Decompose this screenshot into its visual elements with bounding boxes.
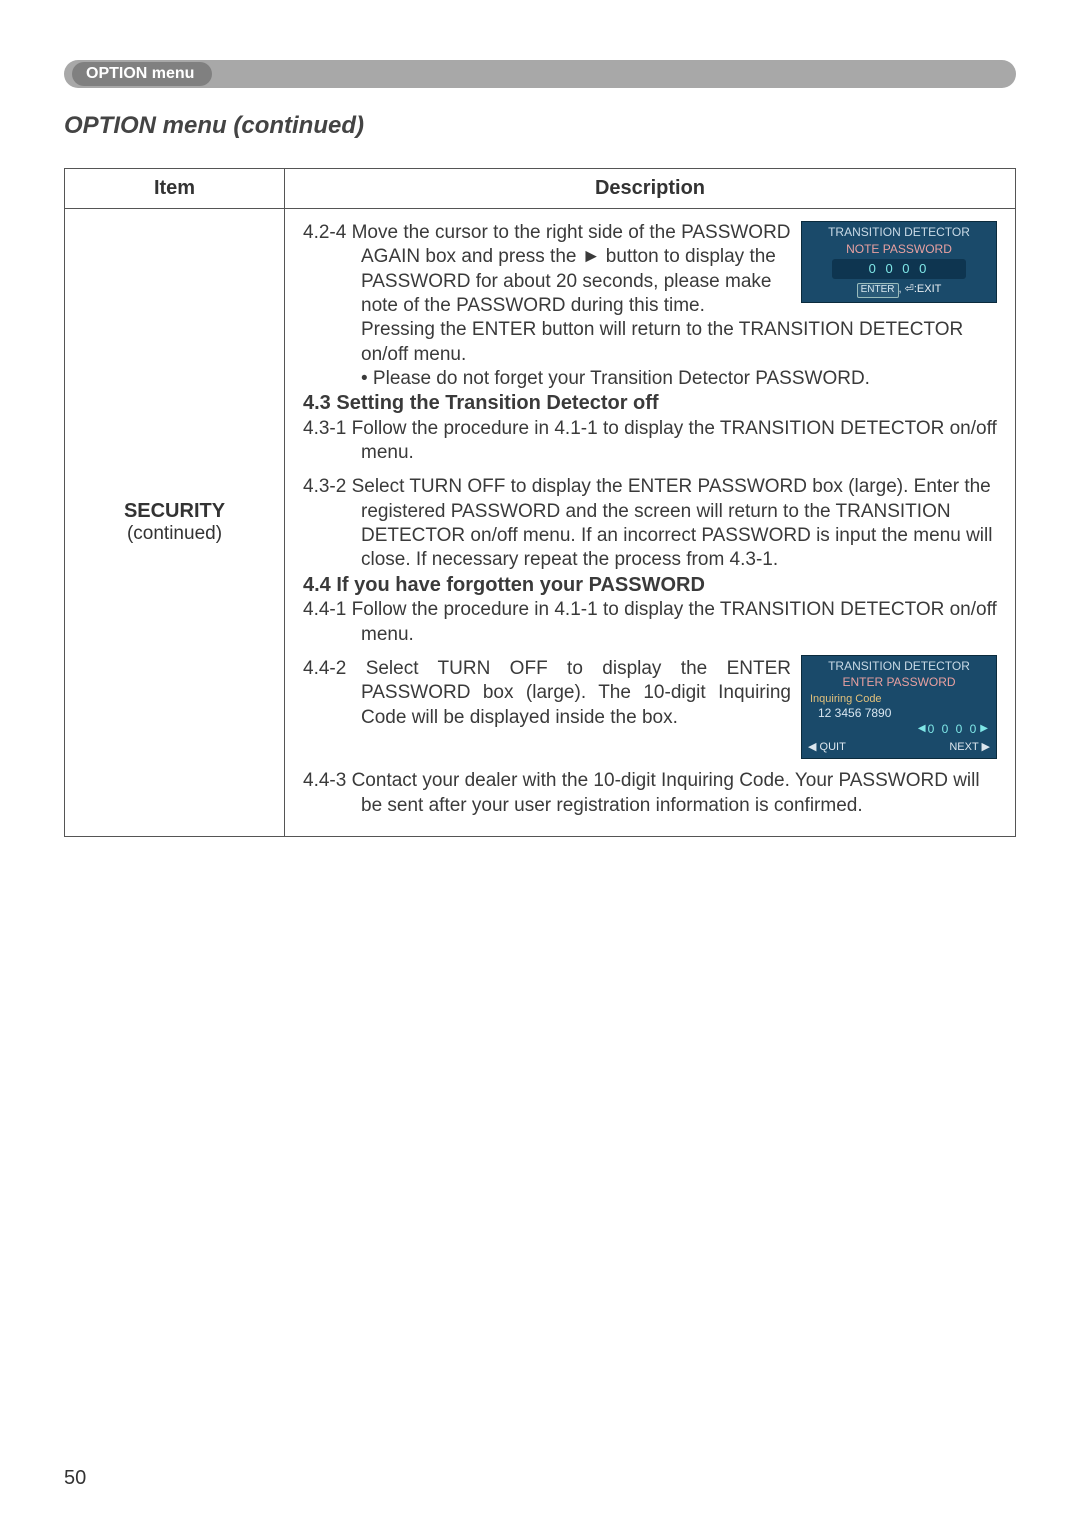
col-header-item: Item — [65, 169, 285, 209]
item-cell: SECURITY (continued) — [65, 209, 285, 837]
section-title: OPTION menu (continued) — [64, 112, 1016, 140]
option-table: Item Description SECURITY (continued) TR… — [64, 168, 1016, 837]
description-cell: TRANSITION DETECTOR NOTE PASSWORD 0 0 0 … — [285, 209, 1016, 837]
step-4-2-4c: • Please do not forget your Transition D… — [303, 367, 997, 391]
table-row: SECURITY (continued) TRANSITION DETECTOR… — [65, 209, 1016, 837]
box1-subtitle: NOTE PASSWORD — [802, 241, 996, 258]
col-header-description: Description — [285, 169, 1016, 209]
step-4-4-3: 4.4-3 Contact your dealer with the 10-di… — [303, 769, 997, 818]
item-continued-label: (continued) — [77, 523, 272, 545]
header-bar: OPTION menu — [64, 60, 1016, 88]
box2-inquiring-label: Inquiring Code — [802, 692, 996, 706]
step-4-2-4b: Pressing the ENTER button will return to… — [303, 318, 997, 367]
step-4-4-1: 4.4-1 Follow the procedure in 4.1-1 to d… — [303, 598, 997, 647]
box2-inquiring-code: 12 3456 7890 — [802, 706, 996, 721]
transition-detector-enter-box: TRANSITION DETECTOR ENTER PASSWORD Inqui… — [801, 655, 997, 760]
step-4-3-2: 4.3-2 Select TURN OFF to display the ENT… — [303, 475, 997, 572]
heading-4-4: 4.4 If you have forgotten your PASSWORD — [303, 573, 997, 599]
step-4-3-1: 4.3-1 Follow the procedure in 4.1-1 to d… — [303, 417, 997, 466]
box2-subtitle: ENTER PASSWORD — [802, 674, 996, 691]
table-header-row: Item Description — [65, 169, 1016, 209]
heading-4-3: 4.3 Setting the Transition Detector off — [303, 391, 997, 417]
header-menu-pill: OPTION menu — [72, 62, 212, 86]
box2-password-code: 0 0 0 0 — [928, 722, 979, 737]
transition-detector-note-box: TRANSITION DETECTOR NOTE PASSWORD 0 0 0 … — [801, 221, 997, 303]
box2-quit-label: ◀ QUIT — [808, 740, 846, 754]
header-menu-label: OPTION menu — [86, 65, 194, 83]
box1-exit-label: , ⏎:EXIT — [899, 283, 942, 295]
box1-footer: ENTER, ⏎:EXIT — [802, 279, 996, 302]
box2-bottom-row: ◀ QUIT NEXT ▶ — [802, 738, 996, 758]
box2-pass-row: ◀ 0 0 0 0 ▶ — [802, 721, 996, 738]
item-security-label: SECURITY — [77, 500, 272, 523]
box2-title: TRANSITION DETECTOR — [802, 656, 996, 674]
box1-password-code: 0 0 0 0 — [832, 259, 966, 280]
page-number: 50 — [64, 1467, 86, 1490]
left-arrow-icon: ◀ — [916, 723, 928, 736]
enter-key-icon: ENTER — [857, 283, 899, 298]
box1-title: TRANSITION DETECTOR — [802, 222, 996, 241]
right-arrow-icon: ▶ — [978, 723, 990, 736]
box2-next-label: NEXT ▶ — [949, 740, 990, 754]
